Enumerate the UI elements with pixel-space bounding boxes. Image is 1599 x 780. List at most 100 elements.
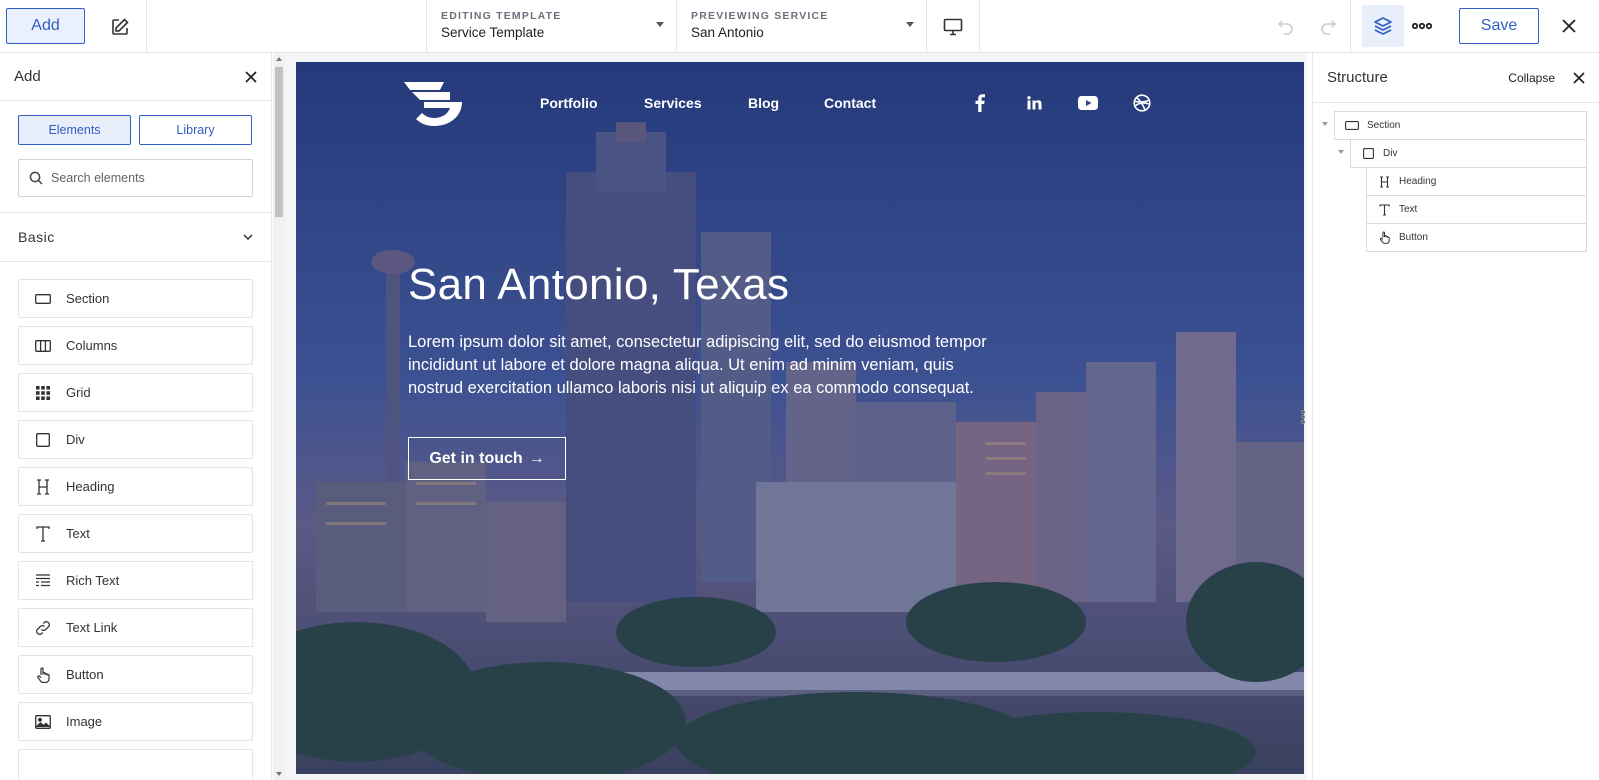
element-image[interactable]: Image xyxy=(18,702,253,741)
editing-template-select[interactable]: EDITING TEMPLATE Service Template xyxy=(426,0,676,53)
previewing-service-select[interactable]: PREVIEWING SERVICE San Antonio xyxy=(676,0,926,53)
element-label: Columns xyxy=(66,338,118,353)
tree-node-heading[interactable]: Heading xyxy=(1366,167,1587,196)
tree-node-button[interactable]: Button xyxy=(1366,223,1587,252)
grid-icon xyxy=(36,385,50,400)
layers-icon xyxy=(1374,17,1392,35)
element-label: Text Link xyxy=(66,620,118,635)
layers-button[interactable] xyxy=(1362,5,1404,47)
element-text[interactable]: Text xyxy=(18,514,253,553)
div-icon xyxy=(36,432,50,447)
element-partial[interactable] xyxy=(18,749,253,780)
rich-text-icon xyxy=(36,573,50,586)
element-label: Heading xyxy=(66,479,115,494)
text-icon xyxy=(1378,203,1390,216)
nav-link-contact[interactable]: Contact xyxy=(824,95,876,111)
hero-text[interactable]: Lorem ipsum dolor sit amet, consectetur … xyxy=(408,331,988,400)
tree-node-label: Text xyxy=(1399,204,1418,215)
more-options-button[interactable] xyxy=(1408,12,1436,40)
element-text-link[interactable]: Text Link xyxy=(18,608,253,647)
element-label: Div xyxy=(66,432,85,447)
close-editor-button[interactable] xyxy=(1555,12,1583,40)
element-label: Button xyxy=(66,667,104,682)
element-rich-text[interactable]: Rich Text xyxy=(18,561,253,600)
get-in-touch-button[interactable]: Get in touch → xyxy=(408,437,566,480)
linkedin-link[interactable] xyxy=(1024,93,1044,113)
site-navigation: Portfolio Services Blog Contact xyxy=(296,62,1304,142)
add-panel-tabs: Elements Library xyxy=(0,101,271,145)
add-panel-scrollbar[interactable] xyxy=(273,53,285,780)
add-panel: Add Elements Library Basic Section Colum… xyxy=(0,53,272,780)
add-panel-title: Add xyxy=(14,68,41,85)
get-in-touch-label: Get in touch xyxy=(429,449,523,467)
tree-toggle-section[interactable] xyxy=(1322,122,1328,126)
element-div[interactable]: Div xyxy=(18,420,253,459)
tab-elements[interactable]: Elements xyxy=(18,115,131,145)
basic-group-label: Basic xyxy=(18,229,55,245)
image-icon xyxy=(35,714,51,729)
link-icon xyxy=(36,620,50,635)
previewing-service-value: San Antonio xyxy=(691,25,764,40)
add-panel-header: Add xyxy=(0,53,271,101)
element-label: Section xyxy=(66,291,110,306)
element-heading[interactable]: Heading xyxy=(18,467,253,506)
dribbble-link[interactable] xyxy=(1132,93,1152,113)
toolbar-divider xyxy=(1350,0,1351,53)
save-button[interactable]: Save xyxy=(1459,8,1539,44)
basic-group-toggle[interactable]: Basic xyxy=(0,212,271,262)
tree-node-label: Div xyxy=(1383,148,1398,159)
search-elements-input[interactable] xyxy=(51,171,241,185)
element-label: Grid xyxy=(66,385,91,400)
element-button[interactable]: Button xyxy=(18,655,253,694)
element-label: Rich Text xyxy=(66,573,120,588)
page-preview[interactable]: Portfolio Services Blog Contact San Anto… xyxy=(296,62,1304,774)
redo-button[interactable] xyxy=(1314,12,1342,40)
tree-node-label: Heading xyxy=(1399,176,1437,187)
tab-library[interactable]: Library xyxy=(139,115,252,145)
site-logo[interactable] xyxy=(400,80,464,126)
scroll-down-arrow[interactable] xyxy=(276,772,282,776)
previewing-service-caption: PREVIEWING SERVICE xyxy=(691,10,829,22)
nav-link-services[interactable]: Services xyxy=(644,95,702,111)
tree-toggle-div[interactable] xyxy=(1338,150,1344,154)
dribbble-icon xyxy=(1133,94,1151,112)
hero-heading[interactable]: San Antonio, Texas xyxy=(408,260,789,310)
editing-template-value: Service Template xyxy=(441,25,545,40)
hand-pointer-icon xyxy=(37,666,50,683)
collapse-button[interactable]: Collapse xyxy=(1508,71,1555,85)
structure-panel-title: Structure xyxy=(1327,69,1388,86)
undo-button[interactable] xyxy=(1272,12,1300,40)
editing-template-caption: EDITING TEMPLATE xyxy=(441,10,562,22)
youtube-link[interactable] xyxy=(1078,93,1098,113)
section-icon xyxy=(35,293,51,304)
structure-panel-header: Structure Collapse xyxy=(1313,53,1599,103)
facebook-icon xyxy=(975,94,985,112)
element-grid[interactable]: Grid xyxy=(18,373,253,412)
element-label: Image xyxy=(66,714,103,729)
tree-node-text[interactable]: Text xyxy=(1366,195,1587,224)
device-preview-button[interactable] xyxy=(926,0,980,53)
chevron-down-icon xyxy=(906,22,914,27)
tree-node-label: Button xyxy=(1399,232,1428,243)
heading-icon xyxy=(37,478,49,495)
more-icon xyxy=(1412,22,1432,30)
close-icon xyxy=(1562,19,1576,33)
element-section[interactable]: Section xyxy=(18,279,253,318)
desktop-icon xyxy=(943,18,963,35)
editor-canvas: Portfolio Services Blog Contact San Anto… xyxy=(285,53,1307,780)
facebook-link[interactable] xyxy=(970,93,990,113)
add-button[interactable]: Add xyxy=(6,8,85,44)
close-structure-panel-button[interactable] xyxy=(1573,71,1585,84)
element-columns[interactable]: Columns xyxy=(18,326,253,365)
close-add-panel-button[interactable] xyxy=(245,70,257,83)
linkedin-icon xyxy=(1026,96,1041,110)
tree-node-section[interactable]: Section xyxy=(1334,111,1587,140)
edit-page-button[interactable] xyxy=(93,0,147,53)
nav-link-blog[interactable]: Blog xyxy=(748,95,779,111)
tree-node-div[interactable]: Div xyxy=(1350,139,1587,168)
canvas-resize-handle[interactable] xyxy=(1301,410,1307,426)
structure-panel: Structure Collapse Section Div Heading T… xyxy=(1312,53,1599,780)
scroll-up-arrow[interactable] xyxy=(276,57,282,61)
nav-link-portfolio[interactable]: Portfolio xyxy=(540,95,598,111)
scrollbar-thumb[interactable] xyxy=(275,67,283,217)
